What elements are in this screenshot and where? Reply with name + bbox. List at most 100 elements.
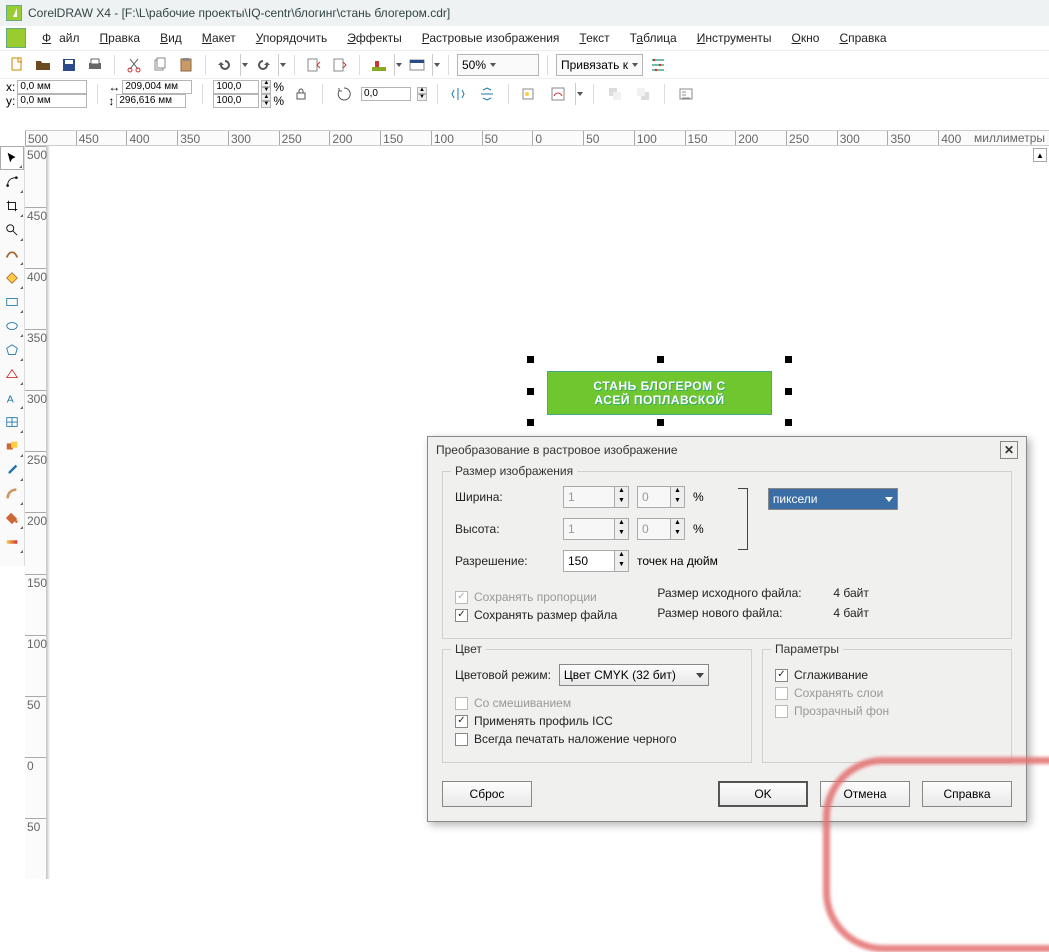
rotate-icon[interactable]	[333, 83, 355, 105]
document-icon	[6, 28, 26, 48]
width-input[interactable]: 209,004 мм	[122, 80, 192, 94]
mirror-v-icon[interactable]	[476, 83, 498, 105]
layers-checkbox: Сохранять слои	[775, 686, 999, 700]
save-icon[interactable]	[58, 54, 80, 76]
menu-file[interactable]: Файл	[38, 29, 84, 47]
edit-bitmap-icon[interactable]	[519, 83, 541, 105]
fill-tool-icon[interactable]	[0, 506, 24, 530]
welcome-icon[interactable]	[406, 54, 428, 76]
menu-edit[interactable]: Правка	[96, 29, 145, 47]
property-bar: x:0,0 мм y:0,0 мм ↔209,004 мм ↕296,616 м…	[0, 78, 1049, 108]
eyedropper-tool-icon[interactable]	[0, 458, 24, 482]
table-tool-icon[interactable]	[0, 410, 24, 434]
mirror-h-icon[interactable]	[448, 83, 470, 105]
crop-tool-icon[interactable]	[0, 194, 24, 218]
scale-y-input[interactable]: 100,0	[213, 94, 259, 108]
x-input[interactable]: 0,0 мм	[17, 80, 87, 94]
menu-effects[interactable]: Эффекты	[343, 29, 406, 47]
resolution-spinner[interactable]: ▲▼	[563, 550, 629, 572]
redo-dropdown-icon[interactable]	[278, 54, 286, 76]
y-input[interactable]: 0,0 мм	[17, 94, 87, 108]
menu-layout[interactable]: Макет	[198, 29, 240, 47]
pick-tool-icon[interactable]	[0, 146, 24, 170]
basic-shapes-icon[interactable]	[0, 362, 24, 386]
lock-ratio-icon[interactable]	[290, 83, 312, 105]
dpi-label: точек на дюйм	[637, 554, 718, 568]
width-pct-spinner: ▲▼	[637, 486, 685, 508]
redo-icon[interactable]	[252, 54, 274, 76]
height-input[interactable]: 296,616 мм	[116, 94, 186, 108]
undo-icon[interactable]	[214, 54, 236, 76]
horizontal-ruler: 5004504003503002502001501005005010015020…	[25, 130, 1049, 146]
keep-size-checkbox[interactable]: ✓Сохранять размер файла	[455, 608, 617, 622]
overprint-checkbox[interactable]: Всегда печатать наложение черного	[455, 732, 739, 746]
menu-window[interactable]: Окно	[788, 29, 824, 47]
height-label: Высота:	[455, 522, 555, 536]
smart-fill-icon[interactable]	[0, 266, 24, 290]
freehand-tool-icon[interactable]	[0, 242, 24, 266]
banner-object[interactable]: СТАНЬ БЛОГЕРОМ С АСЕЙ ПОПЛАВСКОЙ	[547, 371, 772, 415]
menu-bitmaps[interactable]: Растровые изображения	[418, 29, 564, 47]
wrap-text-icon[interactable]	[675, 83, 697, 105]
menu-view[interactable]: Вид	[156, 29, 186, 47]
menu-text[interactable]: Текст	[575, 29, 613, 47]
percent-label-2: %	[273, 94, 284, 108]
standard-toolbar: 50% Привязать к	[0, 50, 1049, 78]
undo-dropdown-icon[interactable]	[240, 54, 248, 76]
zoom-combo[interactable]: 50%	[457, 54, 539, 76]
cut-icon[interactable]	[123, 54, 145, 76]
convert-to-bitmap-dialog: Преобразование в растровое изображение ✕…	[427, 436, 1027, 822]
polygon-tool-icon[interactable]	[0, 338, 24, 362]
copy-icon[interactable]	[149, 54, 171, 76]
snap-combo[interactable]: Привязать к	[556, 54, 643, 76]
menu-tools[interactable]: Инструменты	[693, 29, 776, 47]
dialog-titlebar[interactable]: Преобразование в растровое изображение ✕	[428, 437, 1026, 463]
interactive-fill-icon[interactable]	[0, 530, 24, 554]
src-size-value: 4 байт	[833, 586, 868, 600]
color-mode-combo[interactable]: Цвет CMYK (32 бит)	[559, 664, 709, 686]
titlebar: CorelDRAW X4 - [F:\L\рабочие проекты\IQ-…	[0, 0, 1049, 26]
trace-bitmap-icon[interactable]	[547, 83, 569, 105]
ok-button[interactable]: OK	[718, 781, 808, 807]
rotation-input[interactable]: 0,0	[361, 87, 411, 101]
reset-button[interactable]: Сброс	[442, 781, 532, 807]
help-button[interactable]: Справка	[922, 781, 1012, 807]
apply-icc-checkbox[interactable]: ✓Применять профиль ICC	[455, 714, 739, 728]
ellipse-tool-icon[interactable]	[0, 314, 24, 338]
menu-table[interactable]: Таблица	[626, 29, 681, 47]
svg-text:A: A	[7, 393, 14, 405]
interactive-tool-icon[interactable]	[0, 434, 24, 458]
outline-tool-icon[interactable]	[0, 482, 24, 506]
app-launcher-dropdown-icon[interactable]	[394, 54, 402, 76]
text-tool-icon[interactable]: A	[0, 386, 24, 410]
import-icon[interactable]	[303, 54, 325, 76]
welcome-dropdown-icon[interactable]	[432, 54, 440, 76]
size-box: ↔209,004 мм ↕296,616 мм	[108, 80, 192, 108]
scroll-up-icon[interactable]: ▲	[1033, 148, 1047, 162]
paste-icon[interactable]	[175, 54, 197, 76]
units-combo[interactable]: пиксели	[768, 488, 898, 510]
scale-x-input[interactable]: 100,0	[213, 80, 259, 94]
rotation-spinner[interactable]: ▲▼	[417, 87, 427, 101]
canvas[interactable]: ▲ СТАНЬ БЛОГЕРОМ С АСЕЙ ПОПЛАВСКОЙ Преоб…	[47, 146, 1049, 879]
new-icon[interactable]	[6, 54, 28, 76]
export-icon[interactable]	[329, 54, 351, 76]
trace-dropdown-icon[interactable]	[575, 83, 583, 105]
cancel-button[interactable]: Отмена	[820, 781, 910, 807]
group-size-label: Размер изображения	[451, 464, 577, 478]
menu-arrange[interactable]: Упорядочить	[252, 29, 331, 47]
app-launcher-icon[interactable]	[368, 54, 390, 76]
open-icon[interactable]	[32, 54, 54, 76]
menu-help[interactable]: Справка	[835, 29, 890, 47]
rectangle-tool-icon[interactable]	[0, 290, 24, 314]
close-icon[interactable]: ✕	[1000, 441, 1018, 459]
group-params-label: Параметры	[771, 642, 843, 656]
toolbox: A	[0, 146, 25, 566]
antialias-checkbox[interactable]: ✓Сглаживание	[775, 668, 999, 682]
options-icon[interactable]	[647, 54, 669, 76]
zoom-tool-icon[interactable]	[0, 218, 24, 242]
print-icon[interactable]	[84, 54, 106, 76]
to-back-icon	[632, 83, 654, 105]
shape-tool-icon[interactable]	[0, 170, 24, 194]
menubar: Файл Правка Вид Макет Упорядочить Эффект…	[0, 26, 1049, 50]
